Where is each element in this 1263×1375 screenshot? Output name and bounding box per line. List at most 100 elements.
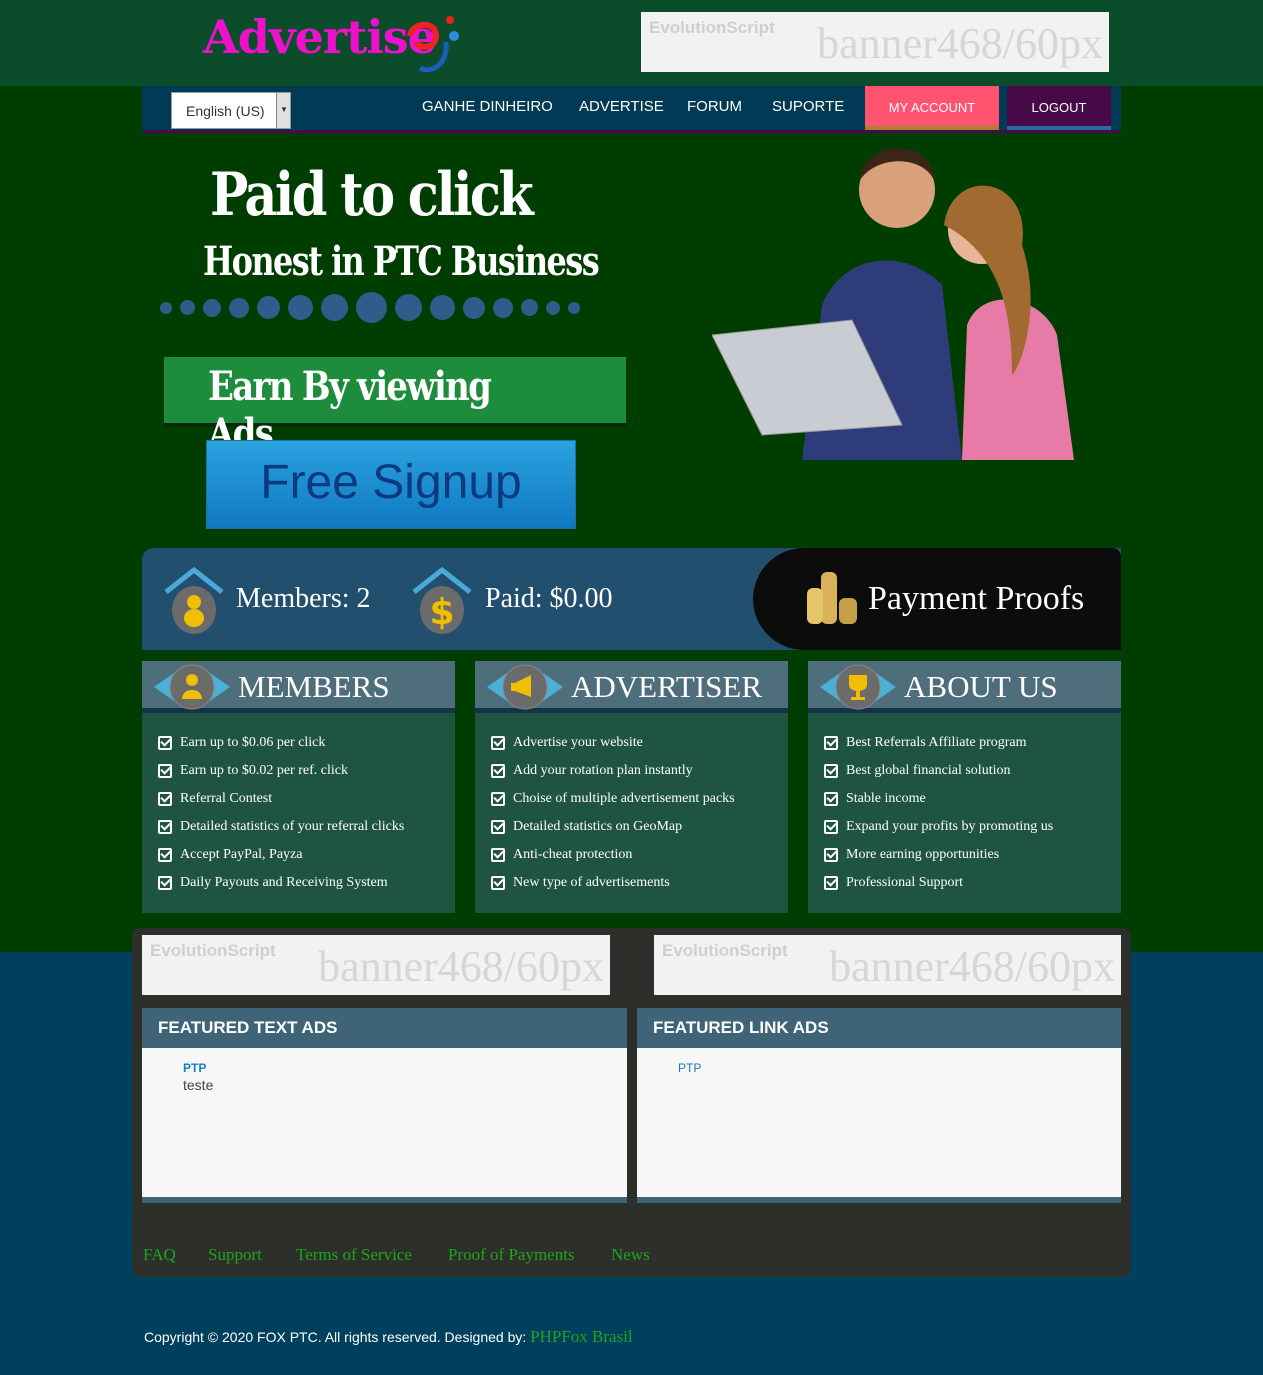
designer-link[interactable]: PHPFox Brasil bbox=[530, 1327, 633, 1346]
list-item-text: New type of advertisements bbox=[513, 875, 670, 890]
header-banner[interactable]: EvolutionScript banner468/60px bbox=[641, 12, 1109, 72]
svg-text:$: $ bbox=[429, 592, 454, 633]
list-item: Detailed statistics on GeoMap bbox=[491, 813, 788, 841]
check-icon bbox=[824, 848, 838, 862]
list-item: Best global financial solution bbox=[824, 757, 1121, 785]
list-item: Choise of multiple advertisement packs bbox=[491, 785, 788, 813]
check-icon bbox=[824, 876, 838, 890]
banner-brand: EvolutionScript bbox=[150, 941, 276, 960]
nav-advertise[interactable]: ADVERTISE bbox=[579, 98, 664, 115]
footer-link-support[interactable]: Support bbox=[208, 1245, 262, 1265]
nav-forum[interactable]: FORUM bbox=[687, 98, 742, 115]
dollar-icon: $ bbox=[412, 566, 472, 634]
list-item: Detailed statistics of your referral cli… bbox=[158, 813, 455, 841]
list-item: Referral Contest bbox=[158, 785, 455, 813]
coins-icon bbox=[807, 572, 857, 624]
box-advertiser: ADVERTISER Advertise your website Add you… bbox=[475, 661, 788, 913]
list-item-text: Detailed statistics on GeoMap bbox=[513, 819, 683, 834]
box-header: ADVERTISER bbox=[475, 661, 788, 713]
list-item-text: Daily Payouts and Receiving System bbox=[180, 875, 388, 890]
check-icon bbox=[491, 876, 505, 890]
box-title: MEMBERS bbox=[238, 669, 390, 704]
list-item-text: Add your rotation plan instantly bbox=[513, 763, 693, 778]
logout-button[interactable]: LOGOUT bbox=[1007, 86, 1111, 130]
featured-text-ads: FEATURED TEXT ADS PTP teste bbox=[142, 1008, 627, 1203]
list-item-text: Detailed statistics of your referral cli… bbox=[180, 819, 405, 834]
banner-text: banner468/60px bbox=[318, 942, 604, 991]
language-select[interactable]: English (US) ▼ bbox=[171, 92, 291, 129]
check-icon bbox=[491, 820, 505, 834]
footer-banner-right[interactable]: EvolutionScript banner468/60px bbox=[654, 935, 1121, 995]
list-item: Earn up to $0.06 per click bbox=[158, 729, 455, 757]
check-icon bbox=[158, 764, 172, 778]
check-icon bbox=[824, 820, 838, 834]
list-item-text: Earn up to $0.06 per click bbox=[180, 735, 326, 750]
list-item-text: Earn up to $0.02 per ref. click bbox=[180, 763, 348, 778]
list-item: Expand your profits by promoting us bbox=[824, 813, 1121, 841]
text-ad-title[interactable]: PTP bbox=[183, 1061, 627, 1075]
list-item: Professional Support bbox=[824, 869, 1121, 897]
banner-brand: EvolutionScript bbox=[662, 941, 788, 960]
payment-proofs-button[interactable]: Payment Proofs bbox=[753, 548, 1121, 650]
box-title: ADVERTISER bbox=[571, 669, 763, 704]
list-item: New type of advertisements bbox=[491, 869, 788, 897]
my-account-button[interactable]: MY ACCOUNT bbox=[865, 86, 999, 130]
check-icon bbox=[491, 792, 505, 806]
text-ad-description: teste bbox=[183, 1077, 214, 1093]
copyright: Copyright © 2020 FOX PTC. All rights res… bbox=[144, 1327, 633, 1347]
language-value: English (US) bbox=[186, 103, 265, 119]
hero-couple-image bbox=[712, 148, 1074, 460]
chevron-down-icon[interactable]: ▼ bbox=[276, 93, 290, 128]
box-about-us: ABOUT US Best Referrals Affiliate progra… bbox=[808, 661, 1121, 913]
list-item-text: Best global financial solution bbox=[846, 763, 1011, 778]
members-count: Members: 2 bbox=[236, 583, 371, 614]
check-icon bbox=[491, 764, 505, 778]
check-icon bbox=[158, 848, 172, 862]
payment-proofs-label: Payment Proofs bbox=[868, 580, 1085, 617]
footer-banner-left[interactable]: EvolutionScript banner468/60px bbox=[142, 935, 610, 995]
check-icon bbox=[158, 820, 172, 834]
footer-link-faq[interactable]: FAQ bbox=[143, 1245, 176, 1265]
list-item-text: Stable income bbox=[846, 791, 926, 806]
check-icon bbox=[824, 792, 838, 806]
list-item-text: Best Referrals Affiliate program bbox=[846, 735, 1027, 750]
decorative-dots bbox=[160, 292, 580, 323]
footer-link-terms[interactable]: Terms of Service bbox=[296, 1245, 412, 1265]
featured-link-ads-title: FEATURED LINK ADS bbox=[637, 1008, 1121, 1048]
list-item: Earn up to $0.02 per ref. click bbox=[158, 757, 455, 785]
check-icon bbox=[491, 736, 505, 750]
list-item: Anti-cheat protection bbox=[491, 841, 788, 869]
paid-amount: Paid: $0.00 bbox=[485, 583, 613, 614]
megaphone-icon bbox=[487, 664, 563, 710]
list-item-text: Accept PayPal, Payza bbox=[180, 847, 303, 862]
user-icon bbox=[154, 664, 230, 710]
list-item: Advertise your website bbox=[491, 729, 788, 757]
list-item-text: Choise of multiple advertisement packs bbox=[513, 791, 735, 806]
members-icon bbox=[164, 566, 224, 634]
check-icon bbox=[158, 876, 172, 890]
list-item-text: Professional Support bbox=[846, 875, 964, 890]
list-item-text: Referral Contest bbox=[180, 791, 273, 806]
copyright-text: Copyright © 2020 FOX PTC. All rights res… bbox=[144, 1329, 531, 1345]
banner-text: banner468/60px bbox=[829, 942, 1115, 991]
nav-ganhe-dinheiro[interactable]: GANHE DINHEIRO bbox=[422, 98, 553, 115]
free-signup-button[interactable]: Free Signup bbox=[206, 440, 576, 529]
banner-text: banner468/60px bbox=[817, 19, 1103, 68]
footer-link-news[interactable]: News bbox=[611, 1245, 650, 1265]
featured-link-ads: FEATURED LINK ADS PTP bbox=[637, 1008, 1121, 1203]
list-item-text: Expand your profits by promoting us bbox=[846, 819, 1054, 834]
nav-suporte[interactable]: SUPORTE bbox=[772, 98, 844, 115]
box-header: MEMBERS bbox=[142, 661, 455, 713]
footer-link-proof-of-payments[interactable]: Proof of Payments bbox=[448, 1245, 575, 1265]
main-nav: English (US) ▼ GANHE DINHEIRO ADVERTISE F… bbox=[142, 86, 1121, 133]
box-members: MEMBERS Earn up to $0.06 per click Earn u… bbox=[142, 661, 455, 913]
list-item: More earning opportunities bbox=[824, 841, 1121, 869]
check-icon bbox=[158, 736, 172, 750]
trophy-icon bbox=[820, 664, 896, 710]
earn-banner: Earn By viewing Ads bbox=[164, 357, 626, 457]
list-item: Daily Payouts and Receiving System bbox=[158, 869, 455, 897]
header: Advertise EvolutionScript banner468/60px bbox=[0, 0, 1263, 86]
list-item-text: More earning opportunities bbox=[846, 847, 1000, 862]
list-item: Accept PayPal, Payza bbox=[158, 841, 455, 869]
link-ad-title[interactable]: PTP bbox=[678, 1061, 1121, 1075]
